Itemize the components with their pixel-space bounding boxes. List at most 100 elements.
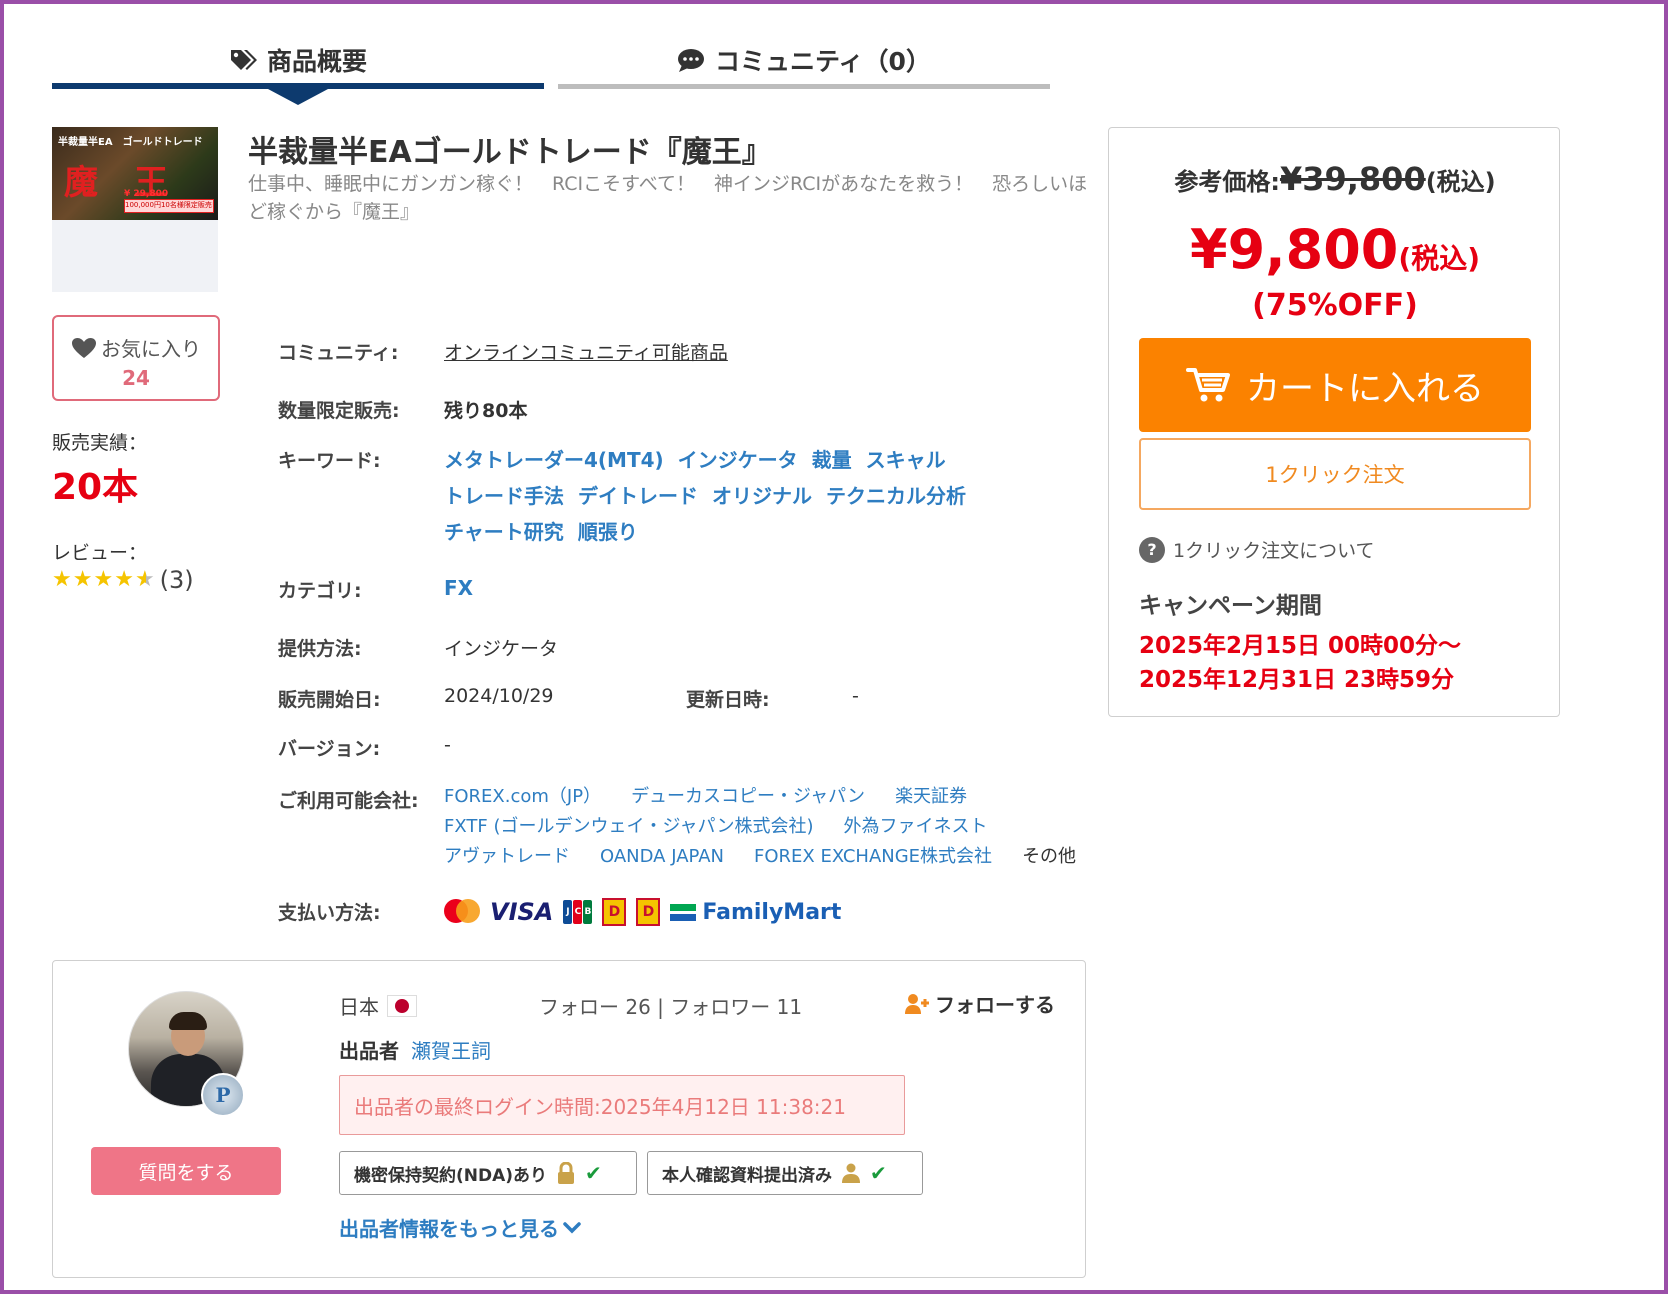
delivery-label: 提供方法: <box>278 638 362 660</box>
sale-price: ¥9,800(税込) <box>1109 218 1561 281</box>
thumbnail-promo-text: 100,000円10名様限定販売! <box>124 199 214 213</box>
user-icon <box>842 1163 860 1183</box>
daily-icon-2: D <box>636 898 661 926</box>
seller-rank-badge-icon: P <box>201 1073 245 1117</box>
chevron-down-icon <box>563 1221 581 1233</box>
community-link[interactable]: オンラインコミュニティ可能商品 <box>444 338 728 365</box>
identity-label: 本人確認資料提出済み <box>662 1165 832 1186</box>
more-seller-info-label: 出品者情報をもっと見る <box>339 1217 559 1241</box>
daily-icon: D <box>602 898 627 926</box>
keyword-link[interactable]: 裁量 <box>812 446 852 474</box>
tab-overview[interactable]: 商品概要 <box>52 30 544 90</box>
tab-community[interactable]: コミュニティ（0） <box>558 30 1050 90</box>
limited-value: 残り80本 <box>444 400 528 422</box>
star-icon: ★ <box>52 567 72 592</box>
review-count: (3) <box>159 566 194 594</box>
broker-link[interactable]: デューカスコピー・ジャパン <box>631 786 865 808</box>
payment-methods: VISA JCB D D FamilyMart <box>444 898 841 926</box>
community-label: コミュニティ: <box>278 342 399 364</box>
heart-icon <box>72 337 96 358</box>
keyword-link[interactable]: スキャル <box>866 446 946 474</box>
seller-country: 日本 <box>339 991 417 1020</box>
thumbnail-price-text: ¥ 29,800 <box>124 189 169 199</box>
broker-link[interactable]: 楽天証券 <box>895 786 967 808</box>
keywords-label: キーワード: <box>278 450 381 472</box>
add-to-cart-button[interactable]: カートに入れる <box>1139 338 1531 432</box>
more-seller-info-link[interactable]: 出品者情報をもっと見る <box>339 1213 581 1242</box>
broker-link[interactable]: FXTF (ゴールデンウェイ・ジャパン株式会社) <box>444 816 813 838</box>
jcb-icon: JCB <box>563 900 593 924</box>
user-plus-icon <box>905 993 929 1014</box>
add-to-cart-label: カートに入れる <box>1246 368 1484 409</box>
keyword-list: メタトレーダー4(MT4) インジケータ 裁量 スキャルトレード手法 デイトレード オリジ… <box>444 446 1004 546</box>
review-rating[interactable]: ★ ★ ★ ★ ★ (3) <box>52 566 194 594</box>
product-title: 半裁量半EAゴールドトレード『魔王』 <box>248 135 772 170</box>
seller-name-link[interactable]: 瀬賀王詞 <box>411 1035 491 1064</box>
version-value: - <box>444 734 451 756</box>
keyword-link[interactable]: 順張り <box>578 518 638 546</box>
tab-inactive-indicator <box>558 84 1050 89</box>
lock-icon <box>558 1162 575 1184</box>
reference-price: 参考価格:¥39,800(税込) <box>1109 160 1561 198</box>
keyword-link[interactable]: チャート研究 <box>444 518 564 546</box>
reference-price-tax: (税込) <box>1425 168 1496 196</box>
broker-other: その他 <box>1022 846 1077 867</box>
product-subtitle: 仕事中、睡眠中にガンガン稼ぐ！ RCIこそすべて！ 神インジRCIがあなたを救う… <box>248 173 1088 223</box>
review-label: レビュー： <box>52 542 148 564</box>
cart-icon <box>1186 368 1230 402</box>
favorite-label: お気に入り <box>101 337 201 361</box>
tab-active-arrow <box>268 89 328 105</box>
broker-link[interactable]: FOREX EXCHANGE株式会社 <box>754 846 992 868</box>
one-click-help-label: 1クリック注文について <box>1173 540 1375 562</box>
one-click-order-button[interactable]: 1クリック注文 <box>1139 438 1531 510</box>
reference-price-value: ¥39,800 <box>1279 160 1426 198</box>
star-icon: ★ <box>72 567 93 592</box>
updated-value: - <box>852 685 859 707</box>
last-login-notice: 出品者の最終ログイン時間:2025年4月12日 11:38:21 <box>339 1075 905 1135</box>
broker-link[interactable]: FOREX.com（JP） <box>444 786 601 808</box>
japan-flag-icon <box>387 994 417 1017</box>
follow-button[interactable]: フォローする <box>905 989 1055 1018</box>
comments-icon <box>678 49 705 72</box>
seller-panel: P 質問をする 日本 フォロー 26 | フォロワー 11 フォローする 出品者… <box>52 960 1086 1278</box>
version-label: バージョン: <box>278 738 381 760</box>
broker-link[interactable]: アヴァトレード <box>444 846 570 868</box>
product-thumbnail[interactable]: 半裁量半EA ゴールドトレード 魔王 ¥ 29,800 100,000円10名様… <box>52 127 218 292</box>
keyword-link[interactable]: インジケータ <box>678 446 798 474</box>
brokers-label: ご利用可能会社: <box>278 790 419 812</box>
nda-badge: 機密保持契約(NDA)あり ✔ <box>339 1151 637 1195</box>
tags-icon <box>230 50 257 70</box>
one-click-help-link[interactable]: ? 1クリック注文について <box>1139 536 1375 563</box>
keyword-link[interactable]: テクニカル分析 <box>826 482 966 510</box>
keyword-link[interactable]: デイトレード <box>578 482 698 510</box>
category-label: カテゴリ: <box>278 580 362 602</box>
broker-link[interactable]: 外為ファイネスト <box>843 816 987 838</box>
mastercard-icon <box>444 899 480 925</box>
broker-link[interactable]: OANDA JAPAN <box>600 846 724 868</box>
ask-question-button[interactable]: 質問をする <box>91 1147 281 1195</box>
keyword-link[interactable]: トレード手法 <box>444 482 564 510</box>
product-thumbnail-art: 半裁量半EA ゴールドトレード 魔王 ¥ 29,800 100,000円10名様… <box>52 127 218 220</box>
sale-price-tax: (税込) <box>1398 242 1480 275</box>
check-icon: ✔ <box>585 1161 602 1185</box>
reference-price-label: 参考価格: <box>1174 168 1280 196</box>
check-icon: ✔ <box>870 1161 887 1185</box>
star-icon: ★ <box>93 567 114 592</box>
price-panel: 参考価格:¥39,800(税込) ¥9,800(税込) (75%OFF) カート… <box>1108 127 1560 717</box>
familymart-label: FamilyMart <box>702 899 842 925</box>
keyword-link[interactable]: メタトレーダー4(MT4) <box>444 446 664 474</box>
tab-community-label: コミュニティ（0） <box>715 47 931 76</box>
sale-price-value: ¥9,800 <box>1190 218 1399 281</box>
campaign-end: 2025年12月31日 23時59分 <box>1139 667 1455 693</box>
delivery-value: インジケータ <box>444 638 559 660</box>
identity-verified-badge: 本人確認資料提出済み ✔ <box>647 1151 923 1195</box>
star-half-icon: ★ <box>134 567 155 592</box>
favorite-button[interactable]: お気に入り 24 <box>52 315 220 401</box>
category-link[interactable]: FX <box>444 576 473 600</box>
thumbnail-banner-text: 半裁量半EA ゴールドトレード <box>58 137 203 148</box>
keyword-link[interactable]: オリジナル <box>712 482 812 510</box>
seller-country-label: 日本 <box>339 995 379 1019</box>
question-icon: ? <box>1139 536 1165 563</box>
familymart-icon: FamilyMart <box>670 900 841 925</box>
follow-button-label: フォローする <box>935 993 1055 1017</box>
